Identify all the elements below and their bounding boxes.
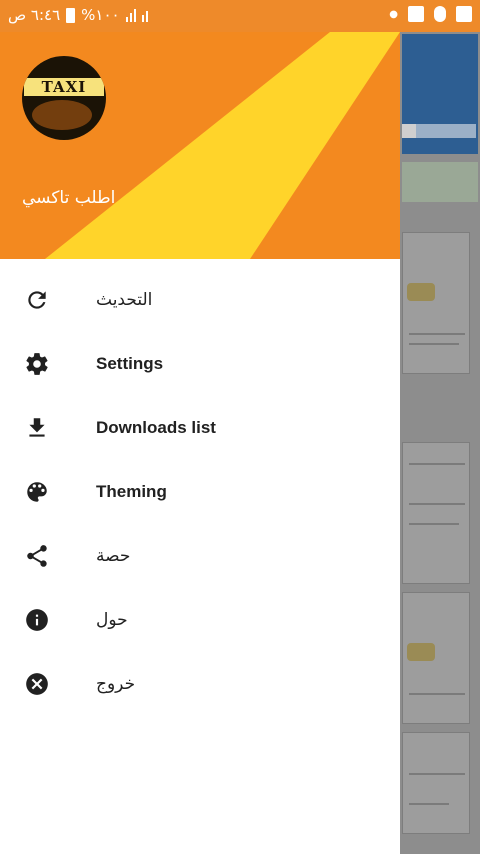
dot-icon: ●: [389, 8, 398, 20]
status-bar: ٦:٤٦ ص %١٠٠ ●: [0, 0, 480, 32]
bg-search-field: [416, 124, 476, 138]
bg-search-button: [402, 124, 416, 138]
status-right: ●: [389, 6, 472, 22]
menu-label: Theming: [96, 482, 167, 501]
bg-card: [402, 442, 470, 584]
menu-label: حول: [96, 610, 128, 630]
drawer-menu: التحديث Settings Downloads list Theming …: [0, 268, 400, 716]
bg-card: [402, 732, 470, 834]
menu-item-theming[interactable]: Theming: [0, 460, 400, 524]
signal-icon: [125, 8, 136, 22]
bg-taxi-image: [407, 283, 435, 301]
info-icon: [0, 607, 96, 633]
signal2-icon: [141, 8, 148, 22]
bg-card: [402, 592, 470, 724]
refresh-icon: [0, 287, 96, 313]
gallery-icon: [456, 6, 472, 22]
palette-icon: [0, 479, 96, 505]
drawer-header: TAXI اطلب تاكسي: [0, 32, 400, 259]
status-time: ٦:٤٦ ص: [8, 6, 61, 24]
menu-item-share[interactable]: حصة: [0, 524, 400, 588]
mic-icon: [434, 6, 446, 22]
menu-label: Settings: [96, 354, 164, 373]
menu-item-about[interactable]: حول: [0, 588, 400, 652]
close-circle-icon: [0, 671, 96, 697]
username: اطلب تاكسي: [22, 188, 116, 208]
menu-label: التحديث: [96, 290, 153, 310]
background-page[interactable]: [400, 32, 480, 854]
bg-card: [402, 232, 470, 374]
battery-percent: %١٠٠: [81, 6, 120, 24]
bg-taxi-image: [407, 643, 435, 661]
battery-icon: [66, 7, 76, 23]
download-icon: [0, 415, 96, 441]
menu-label: خروج: [96, 674, 136, 694]
menu-item-refresh[interactable]: التحديث: [0, 268, 400, 332]
avatar-text: TAXI: [24, 78, 104, 96]
facebook-icon: [408, 6, 424, 22]
menu-item-exit[interactable]: خروج: [0, 652, 400, 716]
menu-item-downloads[interactable]: Downloads list: [0, 396, 400, 460]
menu-item-settings[interactable]: Settings: [0, 332, 400, 396]
menu-label: Downloads list: [96, 418, 216, 437]
bg-logo: [402, 162, 478, 202]
gear-icon: [0, 351, 96, 377]
share-icon: [0, 543, 96, 569]
menu-label: حصة: [96, 546, 131, 566]
avatar: TAXI: [22, 56, 106, 140]
navigation-drawer: TAXI اطلب تاكسي التحديث Settings Downloa…: [0, 32, 400, 854]
status-left: ٦:٤٦ ص %١٠٠: [8, 6, 148, 24]
